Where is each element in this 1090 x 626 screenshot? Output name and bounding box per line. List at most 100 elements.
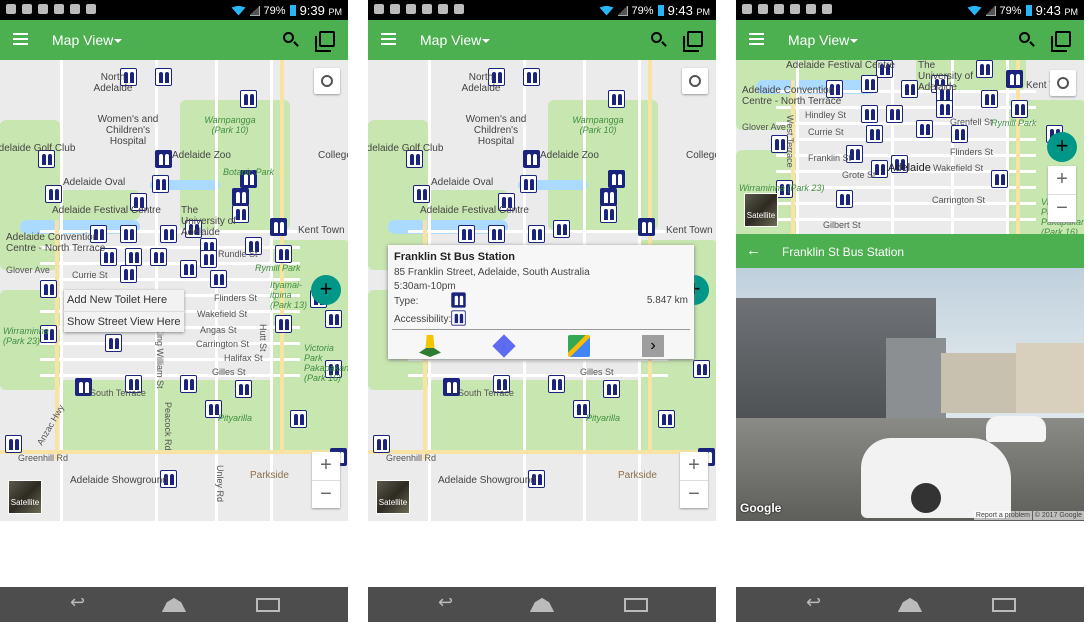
toilet-marker[interactable] <box>866 125 883 143</box>
search-icon[interactable] <box>651 32 662 43</box>
toilet-marker[interactable] <box>160 225 177 243</box>
toilet-marker[interactable] <box>200 250 217 268</box>
toilet-marker[interactable] <box>152 175 169 193</box>
toilet-marker[interactable] <box>981 90 998 108</box>
add-toilet-fab[interactable]: + <box>1047 132 1077 162</box>
toilet-marker[interactable] <box>886 105 903 123</box>
toilet-marker[interactable] <box>600 188 617 206</box>
gallery-icon[interactable] <box>1051 31 1071 52</box>
toilet-marker[interactable] <box>120 225 137 243</box>
add-new-toilet-menu-item[interactable]: Add New Toilet Here <box>64 290 184 311</box>
zoom-in-button[interactable]: + <box>680 452 708 480</box>
toilet-marker[interactable] <box>120 265 137 283</box>
recent-apps-icon[interactable] <box>624 598 648 612</box>
satellite-toggle[interactable]: Satellite <box>376 480 410 514</box>
toilet-marker[interactable] <box>150 248 167 266</box>
toilet-marker[interactable] <box>523 68 540 86</box>
toilet-marker[interactable] <box>608 90 625 108</box>
google-maps-icon[interactable] <box>568 335 590 357</box>
map[interactable]: North Adelaide Women's and Children's Ho… <box>0 60 348 521</box>
search-icon[interactable] <box>1019 32 1030 43</box>
toilet-marker[interactable] <box>693 360 710 378</box>
toilet-marker[interactable] <box>528 225 545 243</box>
zoom-out-button[interactable]: − <box>312 480 340 508</box>
zoom-out-button[interactable]: − <box>1048 194 1076 222</box>
my-location-button[interactable] <box>314 68 340 94</box>
toilet-marker[interactable] <box>600 205 617 223</box>
toilet-marker[interactable] <box>936 100 953 118</box>
satellite-toggle[interactable]: Satellite <box>744 193 778 227</box>
toilet-marker[interactable] <box>991 170 1008 188</box>
toilet-marker[interactable] <box>45 185 62 203</box>
recent-apps-icon[interactable] <box>992 598 1016 612</box>
zoom-in-button[interactable]: + <box>312 452 340 480</box>
toilet-marker[interactable] <box>270 218 287 236</box>
toilet-marker[interactable] <box>553 220 570 238</box>
toilet-marker[interactable] <box>275 245 292 263</box>
home-icon[interactable] <box>162 598 186 612</box>
menu-icon[interactable] <box>381 33 396 45</box>
map[interactable]: Adelaide Festival Centre The University … <box>736 60 1084 234</box>
toilet-marker[interactable] <box>608 170 625 188</box>
home-icon[interactable] <box>530 598 554 612</box>
zoom-out-button[interactable]: − <box>680 480 708 508</box>
more-chevron-icon[interactable]: › <box>642 335 664 357</box>
show-street-view-menu-item[interactable]: Show Street View Here <box>64 311 184 332</box>
toilet-marker[interactable] <box>976 60 993 78</box>
toilet-marker[interactable] <box>235 380 252 398</box>
search-icon[interactable] <box>283 32 294 43</box>
toilet-marker[interactable] <box>155 150 172 168</box>
street-view-panorama[interactable]: Google Report a problem © 2017 Google <box>736 268 1084 521</box>
toilet-marker[interactable] <box>861 75 878 93</box>
toilet-marker[interactable] <box>638 218 655 236</box>
toilet-marker[interactable] <box>290 410 307 428</box>
toilet-marker[interactable] <box>180 260 197 278</box>
toilet-marker[interactable] <box>916 120 933 138</box>
satellite-toggle[interactable]: Satellite <box>8 480 42 514</box>
report-problem-link[interactable]: Report a problem <box>973 511 1032 520</box>
toilet-marker[interactable] <box>520 175 537 193</box>
back-icon[interactable] <box>436 592 460 613</box>
recent-apps-icon[interactable] <box>256 598 280 612</box>
toilet-marker[interactable] <box>232 188 249 206</box>
toilet-marker[interactable] <box>275 315 292 333</box>
toilet-marker[interactable] <box>325 310 342 328</box>
menu-icon[interactable] <box>13 33 28 45</box>
toilet-marker[interactable] <box>836 190 853 208</box>
toilet-marker[interactable] <box>658 410 675 428</box>
gallery-icon[interactable] <box>315 31 335 52</box>
toilet-marker[interactable] <box>125 248 142 266</box>
home-icon[interactable] <box>898 598 922 612</box>
toilet-marker[interactable] <box>901 80 918 98</box>
toilet-marker[interactable] <box>373 435 390 453</box>
toilet-marker[interactable] <box>180 375 197 393</box>
gallery-icon[interactable] <box>683 31 703 52</box>
toilet-marker[interactable] <box>861 105 878 123</box>
add-toilet-fab[interactable]: + <box>311 275 341 305</box>
toilet-marker[interactable] <box>951 125 968 143</box>
toilet-marker[interactable] <box>40 280 57 298</box>
street-view-pegman-icon[interactable] <box>419 335 441 357</box>
toilet-info-popup[interactable]: Franklin St Bus Station 85 Franklin Stre… <box>388 245 694 359</box>
back-icon[interactable] <box>804 592 828 613</box>
my-location-button[interactable] <box>682 68 708 94</box>
toilet-marker[interactable] <box>5 435 22 453</box>
zoom-in-button[interactable]: + <box>1048 166 1076 194</box>
my-location-button[interactable] <box>1050 70 1076 96</box>
menu-icon[interactable] <box>749 33 764 45</box>
toilet-marker[interactable] <box>458 225 475 243</box>
view-selector[interactable]: Map View <box>420 32 491 48</box>
toilet-marker[interactable] <box>105 334 122 352</box>
toilet-marker[interactable] <box>413 185 430 203</box>
view-selector[interactable]: Map View <box>52 32 123 48</box>
back-arrow-icon[interactable]: ← <box>746 242 761 259</box>
toilet-marker[interactable] <box>210 270 227 288</box>
toilet-marker[interactable] <box>603 380 620 398</box>
toilet-marker[interactable] <box>240 90 257 108</box>
back-icon[interactable] <box>68 592 92 613</box>
view-selector[interactable]: Map View <box>788 32 859 48</box>
map[interactable]: North Adelaide Women's and Children's Ho… <box>368 60 716 521</box>
toilet-marker[interactable] <box>1011 100 1028 118</box>
toilet-marker[interactable] <box>548 375 565 393</box>
toilet-marker[interactable] <box>488 225 505 243</box>
